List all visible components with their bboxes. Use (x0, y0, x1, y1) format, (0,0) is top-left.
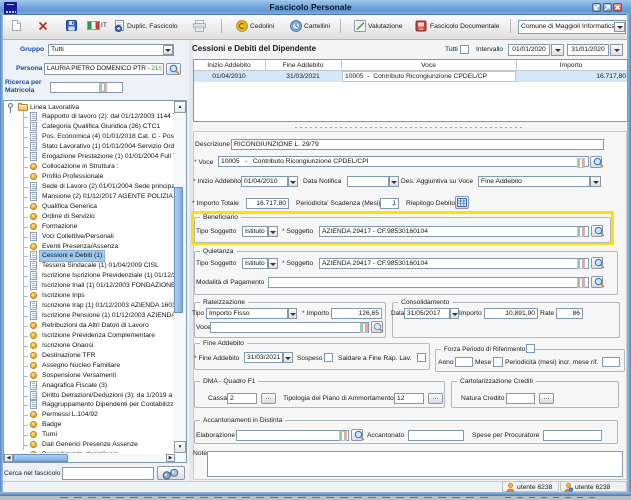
svg-text:i: i (571, 487, 572, 492)
